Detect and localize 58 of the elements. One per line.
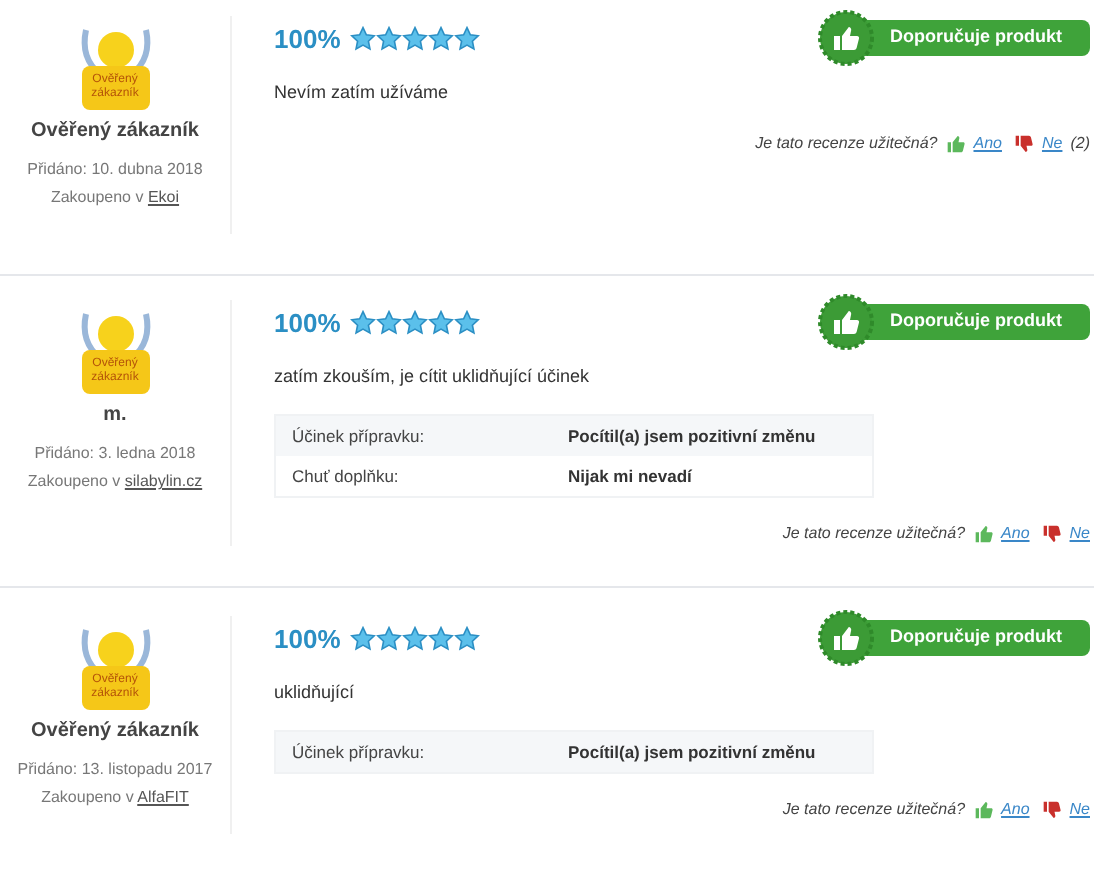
star-icon	[376, 26, 403, 53]
rating-percent: 100%	[274, 622, 341, 658]
rating-percent: 100%	[274, 22, 341, 58]
attribute-label: Chuť doplňku:	[290, 463, 401, 489]
thumbs-up-icon	[818, 293, 874, 350]
attribute-value: Nijak mi nevadí	[568, 463, 692, 489]
yes-link[interactable]: Ano	[1001, 798, 1030, 822]
helpful-question: Je tato recenze užitečná?	[755, 132, 938, 156]
no-link[interactable]: Ne	[1069, 798, 1090, 822]
no-count: (2)	[1070, 132, 1090, 156]
attribute-label: Účinek přípravku:	[290, 423, 427, 449]
yes-link[interactable]: Ano	[1001, 522, 1030, 546]
purchase-info: Zakoupeno v silabylin.cz	[27, 470, 203, 494]
shop-link[interactable]: Ekoi	[147, 188, 180, 206]
author-name: m.	[103, 402, 127, 430]
helpful-question: Je tato recenze užitečná?	[782, 522, 966, 546]
star-icon	[350, 626, 377, 653]
author-name: Ověřený zákazník	[31, 118, 199, 146]
shop-link[interactable]: silabylin.cz	[124, 472, 203, 490]
helpful-question: Je tato recenze užitečná?	[782, 798, 966, 822]
star-icon	[350, 26, 377, 53]
thumbs-down-icon	[1041, 800, 1062, 820]
star-icon	[402, 310, 429, 337]
added-date: Přidáno: 13. listopadu 2017	[17, 758, 213, 782]
star-icon	[428, 26, 455, 53]
thumbs-up-icon	[818, 9, 874, 66]
thumbs-down-icon	[1013, 134, 1034, 154]
purchase-info: Zakoupeno v Ekoi	[50, 186, 180, 210]
star-icon	[376, 626, 403, 653]
star-icon	[428, 626, 455, 653]
star-icon	[454, 626, 481, 653]
thumbs-up-icon	[973, 800, 994, 820]
attribute-value: Pocítil(a) jsem pozitivní změnu	[568, 423, 816, 449]
star-icon	[350, 310, 377, 337]
star-icon	[428, 310, 455, 337]
review-text: Nevím zatím užíváme	[274, 79, 451, 105]
added-date: Přidáno: 3. ledna 2018	[34, 442, 196, 466]
no-link[interactable]: Ne	[1041, 132, 1063, 156]
thumbs-up-icon	[818, 609, 874, 666]
review-text: uklidňující	[274, 679, 357, 706]
review-text: zatím zkouším, je cítit uklidňující účinek	[274, 363, 592, 390]
star-icon	[402, 626, 429, 653]
added-date: Přidáno: 10. dubna 2018	[27, 158, 203, 182]
rating-percent: 100%	[274, 306, 341, 342]
thumbs-down-icon	[1041, 524, 1062, 544]
star-icon	[376, 310, 403, 337]
no-link[interactable]: Ne	[1069, 522, 1090, 546]
thumbs-up-icon	[973, 524, 994, 544]
star-icon	[454, 26, 481, 53]
star-icon	[402, 26, 429, 53]
attribute-value: Pocítil(a) jsem pozitivní změnu	[568, 739, 816, 765]
shop-link[interactable]: AlfaFIT	[137, 788, 189, 806]
attribute-label: Účinek přípravku:	[290, 739, 427, 765]
star-icon	[454, 310, 481, 337]
yes-link[interactable]: Ano	[973, 132, 1002, 156]
thumbs-up-icon	[945, 134, 966, 154]
author-name: Ověřený zákazník	[31, 718, 199, 746]
purchase-info: Zakoupeno v AlfaFIT	[41, 786, 189, 810]
